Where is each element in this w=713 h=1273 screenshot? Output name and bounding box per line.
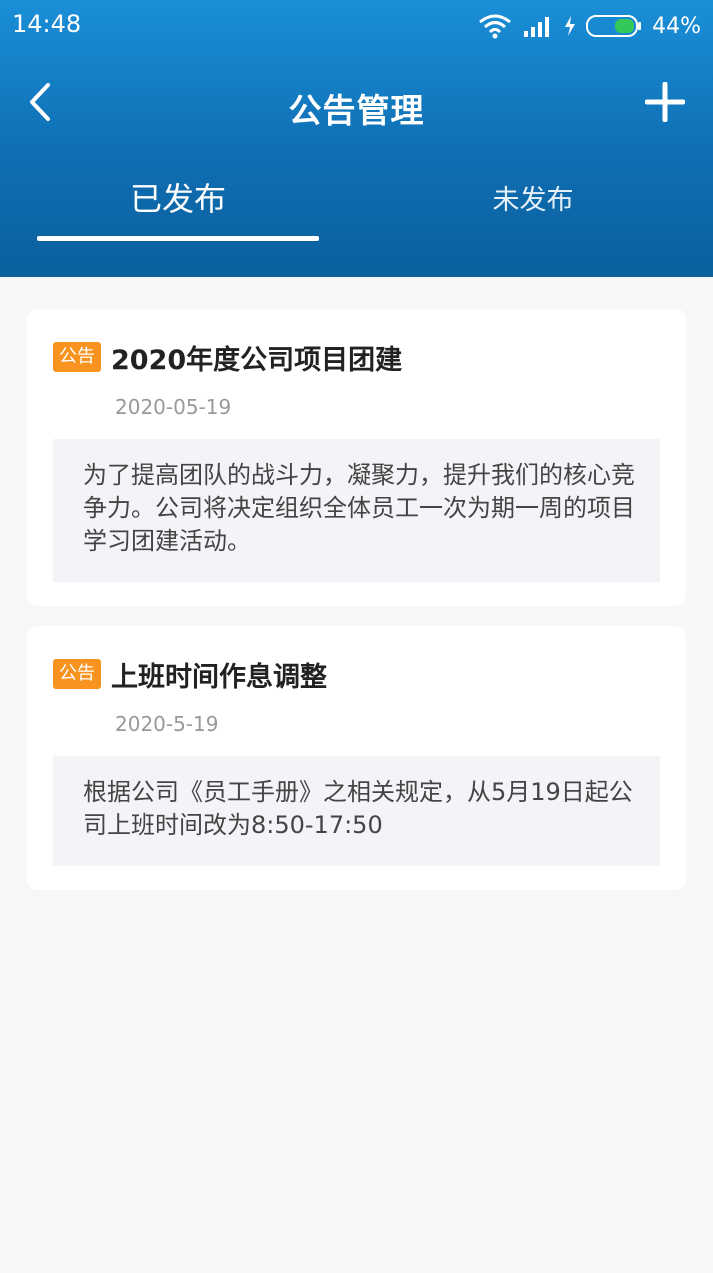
- battery-percent: 44%: [652, 13, 701, 39]
- announcement-body: 根据公司《员工手册》之相关规定，从5月19日起公司上班时间改为8:50-17:5…: [53, 756, 660, 866]
- status-time: 14:48: [12, 10, 82, 38]
- announcement-title: 2020年度公司项目团建: [111, 344, 403, 376]
- title-bar: 公告管理: [0, 62, 713, 146]
- announcement-body: 为了提高团队的战斗力，凝聚力，提升我们的核心竞争力。公司将决定组织全体员工一次为…: [53, 439, 660, 582]
- add-announcement-button[interactable]: [639, 78, 691, 130]
- announcement-date: 2020-5-19: [115, 712, 219, 736]
- tab-published[interactable]: 已发布: [37, 160, 319, 242]
- announcement-tag: 公告: [53, 659, 101, 689]
- announcement-tag: 公告: [53, 342, 101, 372]
- signal-icon: [522, 14, 554, 38]
- announcement-list: 公告 2020年度公司项目团建 2020-05-19 为了提高团队的战斗力，凝聚…: [27, 309, 686, 910]
- active-tab-indicator: [37, 236, 319, 241]
- card-header: 公告 上班时间作息调整: [53, 656, 660, 693]
- announcement-card[interactable]: 公告 上班时间作息调整 2020-5-19 根据公司《员工手册》之相关规定，从5…: [27, 626, 686, 890]
- announcement-title: 上班时间作息调整: [111, 661, 327, 693]
- charging-icon: [564, 15, 576, 37]
- announcement-date: 2020-05-19: [115, 395, 232, 419]
- wifi-icon: [478, 13, 512, 39]
- status-icons: 44%: [478, 10, 701, 42]
- battery-icon: [586, 14, 642, 38]
- tab-unpublished[interactable]: 未发布: [392, 160, 674, 242]
- plus-icon: [644, 81, 686, 126]
- page-title: 公告管理: [288, 91, 425, 130]
- app-header: 14:48 44% 公告管理 已发布 未发布: [0, 0, 713, 277]
- tab-bar: 已发布 未发布: [0, 160, 713, 250]
- status-bar: 14:48 44%: [0, 0, 713, 52]
- card-header: 公告 2020年度公司项目团建: [53, 339, 660, 376]
- announcement-card[interactable]: 公告 2020年度公司项目团建 2020-05-19 为了提高团队的战斗力，凝聚…: [27, 309, 686, 606]
